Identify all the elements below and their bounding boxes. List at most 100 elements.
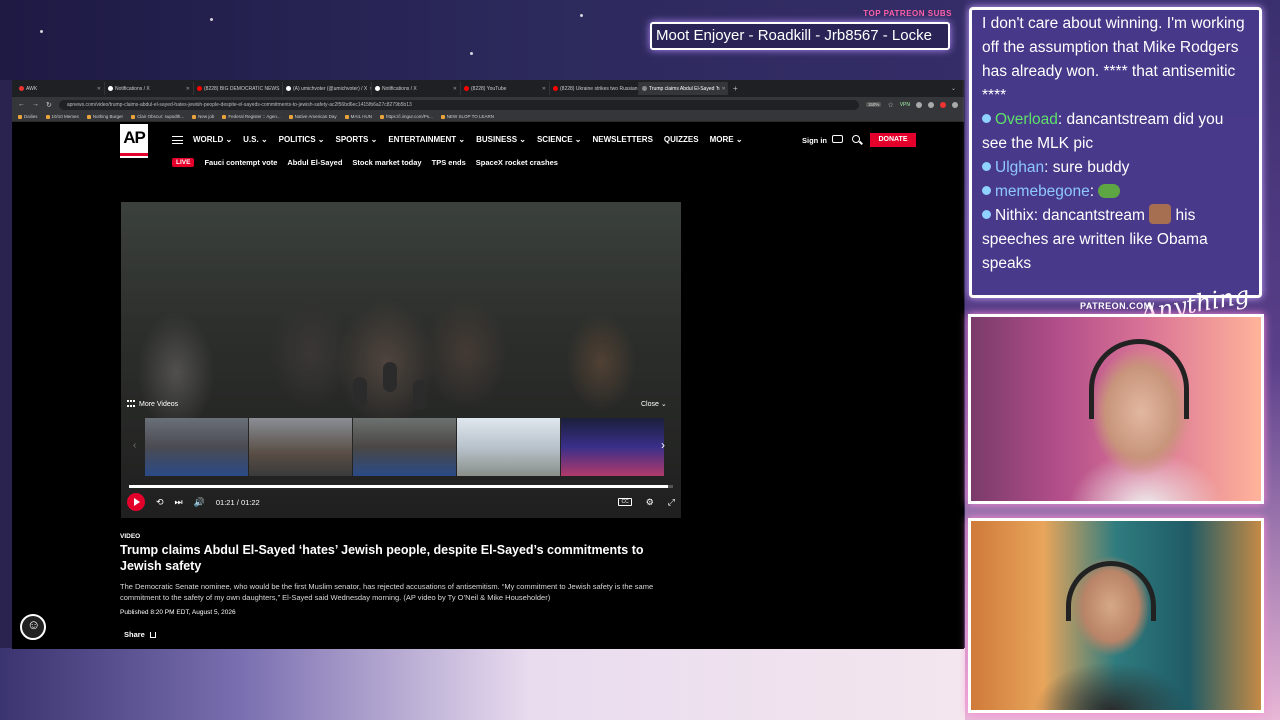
volume-icon[interactable]: 🔊 <box>194 497 205 508</box>
trending-link[interactable]: Abdul El-Sayed <box>287 158 342 167</box>
address-bar: ← → ↻ apnews.com/video/trump-claims-abdu… <box>12 97 964 112</box>
ap-logo[interactable]: AP <box>120 124 148 158</box>
next-icon[interactable]: ⏭ <box>175 497 183 508</box>
bookmark-item[interactable]: Native American Day <box>288 114 337 119</box>
more-videos-header[interactable]: More Videos <box>127 400 178 408</box>
replay-icon[interactable]: ⟲ <box>156 497 164 508</box>
chevron-left-icon[interactable]: ‹ <box>133 440 136 451</box>
trending-link[interactable]: SpaceX rocket crashes <box>476 158 558 167</box>
bookmark-item[interactable]: NEW SLOP TO LEARN <box>440 114 495 119</box>
nav-item-world[interactable]: WORLD ⌄ <box>193 135 232 144</box>
extension-icon[interactable] <box>916 101 922 108</box>
bookmark-label: NEW SLOP TO LEARN <box>446 114 495 119</box>
nav-item-more[interactable]: MORE ⌄ <box>710 135 743 144</box>
share-button[interactable]: Share <box>124 630 156 639</box>
video-thumbnail[interactable] <box>249 418 352 476</box>
chat-message: memebegone: <box>982 180 1249 204</box>
vpn-indicator[interactable]: VPN <box>900 102 910 108</box>
browser-tab[interactable]: Notifications / X ✕ <box>372 82 461 95</box>
video-thumbnail[interactable] <box>561 418 664 476</box>
menu-icon[interactable] <box>172 136 183 144</box>
video-progress-bar[interactable] <box>129 485 673 488</box>
bookmark-item[interactable]: 10/10 Memes <box>45 114 79 119</box>
zoom-level-badge[interactable]: 150% <box>865 102 882 107</box>
video-thumbnail[interactable] <box>353 418 456 476</box>
close-icon[interactable]: ✕ <box>186 86 190 92</box>
chat-message: Ulghan: sure buddy <box>982 156 1249 180</box>
nav-item-science[interactable]: SCIENCE ⌄ <box>537 135 582 144</box>
trending-link[interactable]: Stock market today <box>352 158 421 167</box>
extension-icon[interactable] <box>940 101 946 108</box>
video-player[interactable]: More Videos Close ⌄ ‹ › ⟲ ⏭ 🔊 01:21 / 01… <box>121 202 681 518</box>
browser-tab[interactable]: Notifications / X ✕ <box>105 82 194 95</box>
forward-icon[interactable]: → <box>32 101 39 108</box>
bookmark-star-icon[interactable]: ☆ <box>887 101 893 109</box>
nav-item-newsletters[interactable]: NEWSLETTERS <box>592 135 652 144</box>
nav-label: U.S. <box>243 135 259 144</box>
ap-news-page: AP WORLD ⌄ U.S. ⌄ POLITICS ⌄ SPORTS ⌄ ENTERT… <box>12 122 964 649</box>
back-icon[interactable]: ← <box>18 101 25 108</box>
browser-tab[interactable]: AWK ✕ <box>16 82 105 95</box>
trending-link[interactable]: Fauci contempt vote <box>204 158 277 167</box>
bookmark-item[interactable]: Nothing Burger <box>86 114 123 119</box>
chat-message: Nithix: dancantstream his speeches are w… <box>982 204 1249 276</box>
browser-tab[interactable]: (A) umichvoter (@umichvoter) / X✕ <box>283 82 372 95</box>
captions-icon[interactable]: CC <box>618 498 632 506</box>
browser-tab[interactable]: (8228) YouTube ✕ <box>461 82 550 95</box>
chat-username: Ulghan <box>995 159 1045 176</box>
time-current: 01:21 <box>215 497 235 507</box>
chevron-right-icon[interactable]: › <box>661 438 665 452</box>
chevron-down-icon: ⌄ <box>260 135 268 144</box>
nav-item-us[interactable]: U.S. ⌄ <box>243 135 268 144</box>
url-input[interactable]: apnews.com/video/trump-claims-abdul-el-s… <box>58 99 859 110</box>
bookmark-item[interactable]: MAIL HUN <box>344 114 372 119</box>
comments-icon[interactable] <box>832 135 843 143</box>
play-button[interactable] <box>127 493 145 511</box>
gear-icon[interactable]: ⚙ <box>646 497 654 508</box>
close-more-videos-button[interactable]: Close ⌄ <box>641 400 667 408</box>
bookmark-item[interactable]: New job <box>192 114 214 119</box>
trending-bar: LIVE Fauci contempt vote Abdul El-Sayed St… <box>172 158 558 167</box>
close-icon[interactable]: ✕ <box>97 86 101 92</box>
video-progress-fill <box>129 485 668 488</box>
reload-icon[interactable]: ↻ <box>46 101 52 109</box>
chat-text: I don't care about winning. I'm working … <box>982 15 1245 104</box>
video-thumbnail[interactable] <box>145 418 248 476</box>
nav-item-sports[interactable]: SPORTS ⌄ <box>335 135 377 144</box>
bookmark-item[interactable]: https://i.imgur.com/Ps... <box>380 114 433 119</box>
fullscreen-icon[interactable]: ⤢ <box>668 497 675 508</box>
browser-tab[interactable]: (8228) Ukraine strikes two Russian✕ <box>550 82 639 95</box>
accessibility-icon[interactable] <box>20 614 46 640</box>
nav-label: POLITICS <box>278 135 316 144</box>
browser-tab[interactable]: Trump claims Abdul El-Sayed 'h ✕ <box>639 82 728 95</box>
search-icon[interactable] <box>852 135 860 143</box>
nav-item-quizzes[interactable]: QUIZZES <box>664 135 699 144</box>
close-icon[interactable]: ✕ <box>722 86 726 92</box>
main-nav: WORLD ⌄ U.S. ⌄ POLITICS ⌄ SPORTS ⌄ ENTERTAIN… <box>193 135 743 144</box>
sign-in-link[interactable]: Sign in <box>802 136 827 145</box>
tab-search-icon[interactable]: ⌄ <box>951 85 956 92</box>
favicon-icon <box>375 86 380 91</box>
trending-link[interactable]: TPS ends <box>432 158 466 167</box>
profile-icon[interactable] <box>952 101 958 108</box>
microphone <box>353 377 367 407</box>
bookmark-item[interactable]: Dailies <box>18 114 38 119</box>
bookmark-item[interactable]: Clair Obscur: supsdth... <box>131 114 184 119</box>
video-kicker: VIDEO <box>120 533 141 540</box>
close-icon[interactable]: ✕ <box>542 86 546 92</box>
bookmark-item[interactable]: Federal Register :: Agen... <box>222 114 281 119</box>
bookmark-favicon-icon <box>288 114 293 119</box>
close-icon[interactable]: ✕ <box>453 86 457 92</box>
live-badge[interactable]: LIVE <box>172 158 195 167</box>
nav-item-business[interactable]: BUSINESS ⌄ <box>476 135 526 144</box>
chat-message: I don't care about winning. I'm working … <box>982 12 1249 108</box>
donate-button[interactable]: DONATE <box>870 133 916 147</box>
bookmark-favicon-icon <box>222 114 227 119</box>
nav-item-politics[interactable]: POLITICS ⌄ <box>279 135 325 144</box>
extension-icon[interactable] <box>928 101 934 108</box>
video-thumbnail[interactable] <box>457 418 560 476</box>
nav-item-entertainment[interactable]: ENTERTAINMENT ⌄ <box>388 135 465 144</box>
browser-tab[interactable]: (8228) BIG DEMOCRATIC NEWS✕ <box>194 82 283 95</box>
new-tab-button[interactable]: + <box>733 84 738 93</box>
timecode: 01:21 / 01:22 <box>216 498 260 507</box>
